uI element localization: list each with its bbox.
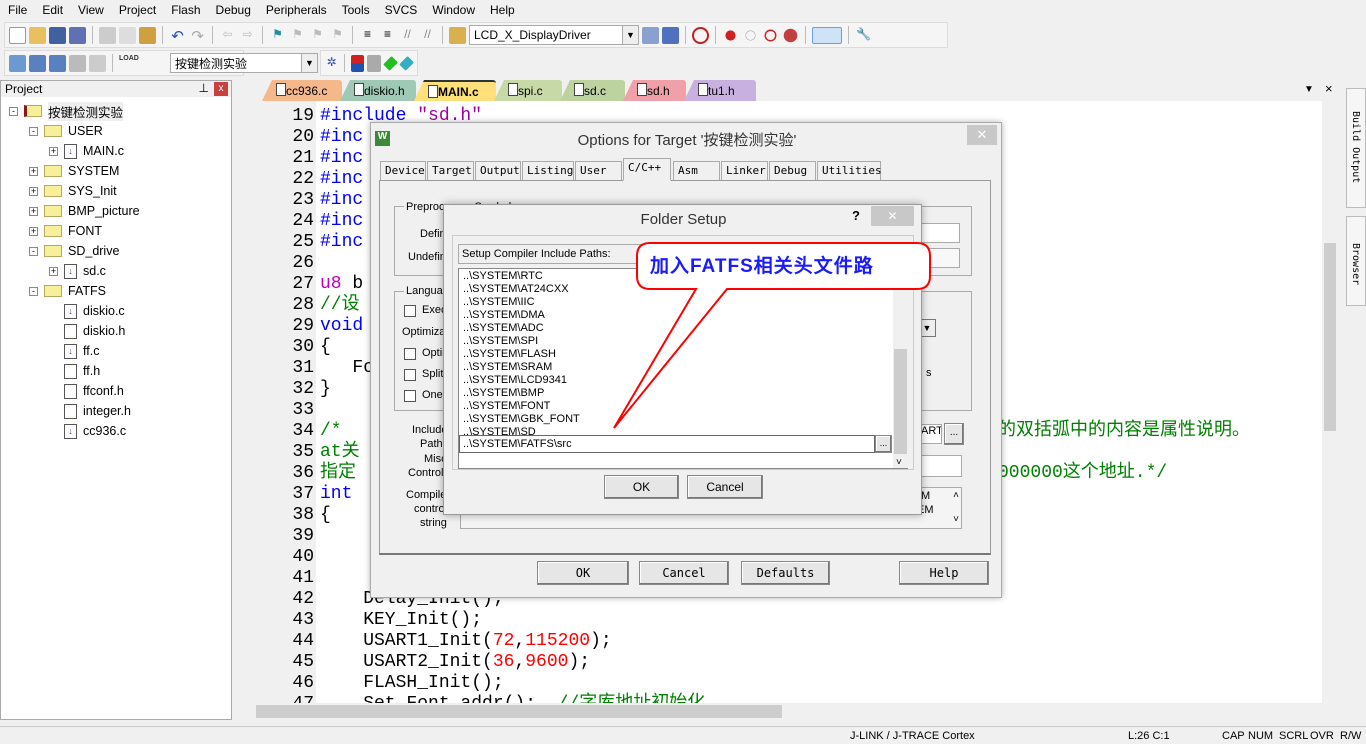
tab-cc[interactable]: C/C++ (623, 158, 671, 181)
readwrite-indicator: R/W (1340, 730, 1362, 742)
cursor-position: L:26 C:1 (1128, 730, 1170, 742)
status-bar: J-LINK / J-TRACE Cortex L:26 C:1 CAP NUM… (0, 726, 1366, 744)
scroll-indicator: SCRL (1279, 730, 1309, 742)
callout-annotation (613, 242, 931, 429)
caps-indicator: CAP (1222, 730, 1245, 742)
num-indicator: NUM (1248, 730, 1274, 742)
debugger-status: J-LINK / J-TRACE Cortex (850, 730, 975, 742)
callout-text: 加入FATFS相关头文件路 (650, 256, 874, 277)
overwrite-indicator: OVR (1310, 730, 1334, 742)
